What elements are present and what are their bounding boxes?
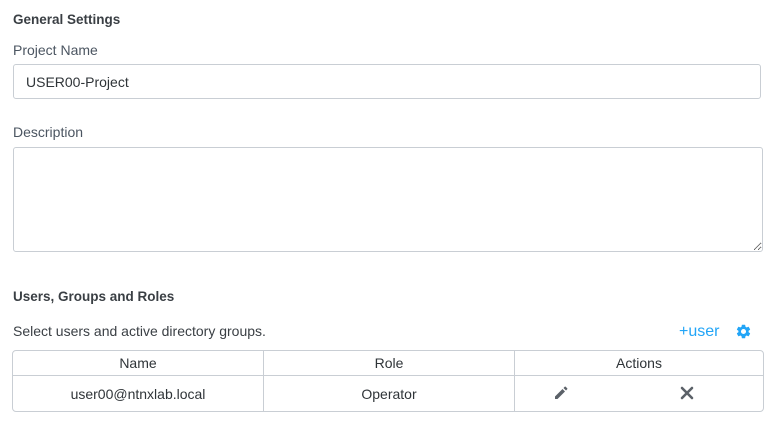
close-icon[interactable] [679, 385, 695, 401]
description-label: Description [13, 124, 84, 140]
column-header-name: Name [13, 351, 264, 376]
cell-actions [515, 376, 763, 411]
table-header-row: Name Role Actions [13, 351, 763, 376]
project-settings-page: General Settings Project Name Descriptio… [0, 0, 784, 427]
project-name-label: Project Name [13, 42, 98, 58]
users-helper-text: Select users and active directory groups… [13, 323, 266, 339]
users-groups-roles-title: Users, Groups and Roles [13, 289, 175, 304]
description-textarea[interactable] [13, 147, 763, 252]
pencil-icon[interactable] [553, 385, 569, 401]
column-header-role: Role [264, 351, 515, 376]
gear-icon[interactable] [735, 323, 752, 340]
project-name-input[interactable] [13, 64, 761, 99]
add-user-link[interactable]: +user [679, 323, 719, 341]
general-settings-title: General Settings [13, 12, 121, 27]
column-header-actions: Actions [515, 351, 763, 376]
users-roles-table: Name Role Actions user00@ntnxlab.local O… [12, 350, 764, 412]
table-row: user00@ntnxlab.local Operator [13, 376, 763, 411]
cell-user-name: user00@ntnxlab.local [13, 376, 264, 411]
cell-user-role: Operator [264, 376, 515, 411]
